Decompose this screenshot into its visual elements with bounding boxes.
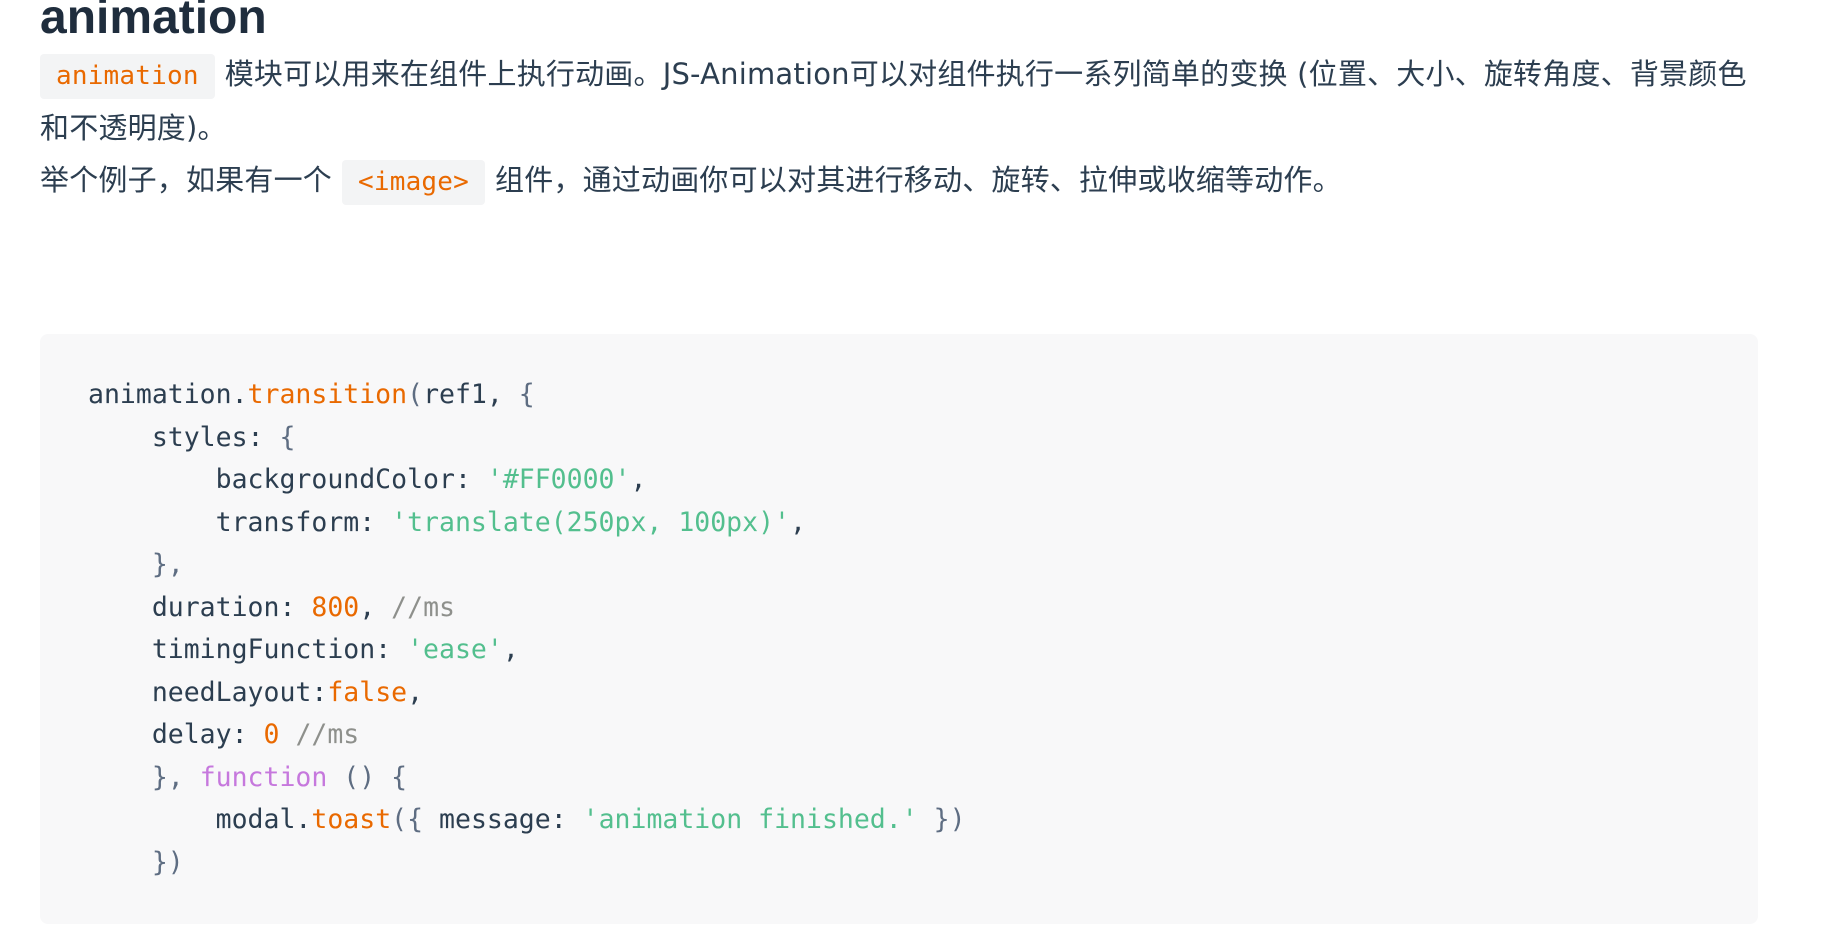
code-token-plain: delay:: [88, 719, 264, 750]
code-token-plain: ,: [359, 591, 392, 623]
code-token-plain: styles:: [88, 421, 280, 453]
code-token-str: 'animation finished.': [582, 804, 918, 835]
code-token-num: false: [327, 676, 408, 708]
doc-page: animation animation 模块可以用来在组件上执行动画。JS-Ani…: [40, 0, 1760, 924]
code-block: animation.transition(ref1, { styles: { b…: [40, 334, 1758, 924]
code-content: animation.transition(ref1, { styles: { b…: [88, 374, 966, 884]
example-prefix: 举个例子，如果有一个: [40, 163, 333, 197]
code-token-plain: needLayout:: [88, 676, 328, 708]
code-line: animation.transition(ref1, {: [88, 374, 966, 417]
intro-text: 模块可以用来在组件上执行动画。JS-Animation可以对组件执行一系列简单的…: [40, 57, 1747, 145]
code-token-fn: transition: [247, 379, 408, 410]
code-token-num: 800: [311, 591, 360, 623]
code-token-punc: },: [88, 761, 200, 793]
code-token-plain: duration:: [88, 591, 312, 623]
code-token-num: 0: [263, 719, 280, 750]
code-token-punc: {: [279, 421, 296, 453]
code-token-plain: timingFunction:: [88, 634, 408, 665]
code-token-str: 'translate(250px, 100px)': [391, 506, 790, 538]
code-token-str: 'ease': [407, 634, 503, 665]
code-line: transform: 'translate(250px, 100px)',: [88, 502, 966, 545]
code-token-comment: //ms: [295, 719, 360, 750]
code-token-punc: (: [407, 379, 424, 410]
code-token-punc: ({: [391, 804, 440, 835]
code-token-plain: ,: [630, 464, 647, 495]
example-paragraph: 举个例子，如果有一个 <image> 组件，通过动画你可以对其进行移动、旋转、拉伸或…: [40, 154, 1760, 208]
code-token-punc: {: [518, 379, 535, 410]
code-token-plain: ,: [407, 676, 424, 708]
example-suffix: 组件，通过动画你可以对其进行移动、旋转、拉伸或收缩等动作。: [495, 163, 1342, 197]
inline-code-animation: animation: [40, 54, 215, 99]
intro-paragraph: animation 模块可以用来在组件上执行动画。JS-Animation可以对组…: [40, 48, 1760, 154]
code-token-plain: transform:: [88, 506, 392, 538]
code-token-plain: ,: [790, 506, 806, 538]
code-token-plain: message:: [439, 804, 583, 835]
code-token-plain: ,: [502, 634, 519, 665]
inline-code-image: <image>: [342, 160, 485, 205]
code-token-str: '#FF0000': [486, 464, 631, 495]
code-token-punc: }): [88, 846, 184, 878]
code-token-plain: modal.: [88, 804, 312, 835]
code-token-punc: () {: [327, 761, 408, 793]
code-token-plain: ref1,: [423, 379, 519, 410]
code-line: modal.toast({ message: 'animation finish…: [88, 799, 966, 842]
code-line: styles: {: [88, 417, 966, 460]
code-line: needLayout:false,: [88, 672, 966, 715]
page-title: animation: [40, 0, 267, 44]
code-line: }, function () {: [88, 757, 966, 800]
code-line: }): [88, 842, 966, 885]
code-token-plain: animation.: [88, 379, 248, 410]
code-token-punc: },: [88, 549, 184, 580]
code-line: delay: 0 //ms: [88, 714, 966, 757]
code-line: timingFunction: 'ease',: [88, 629, 966, 672]
code-line: duration: 800, //ms: [88, 587, 966, 630]
code-token-fn: toast: [311, 804, 392, 835]
code-token-comment: //ms: [391, 591, 455, 623]
code-token-kw: function: [199, 761, 328, 793]
code-token-punc: }): [917, 804, 966, 835]
code-line: backgroundColor: '#FF0000',: [88, 459, 966, 502]
code-token-plain: backgroundColor:: [88, 464, 487, 495]
code-line: },: [88, 544, 966, 587]
